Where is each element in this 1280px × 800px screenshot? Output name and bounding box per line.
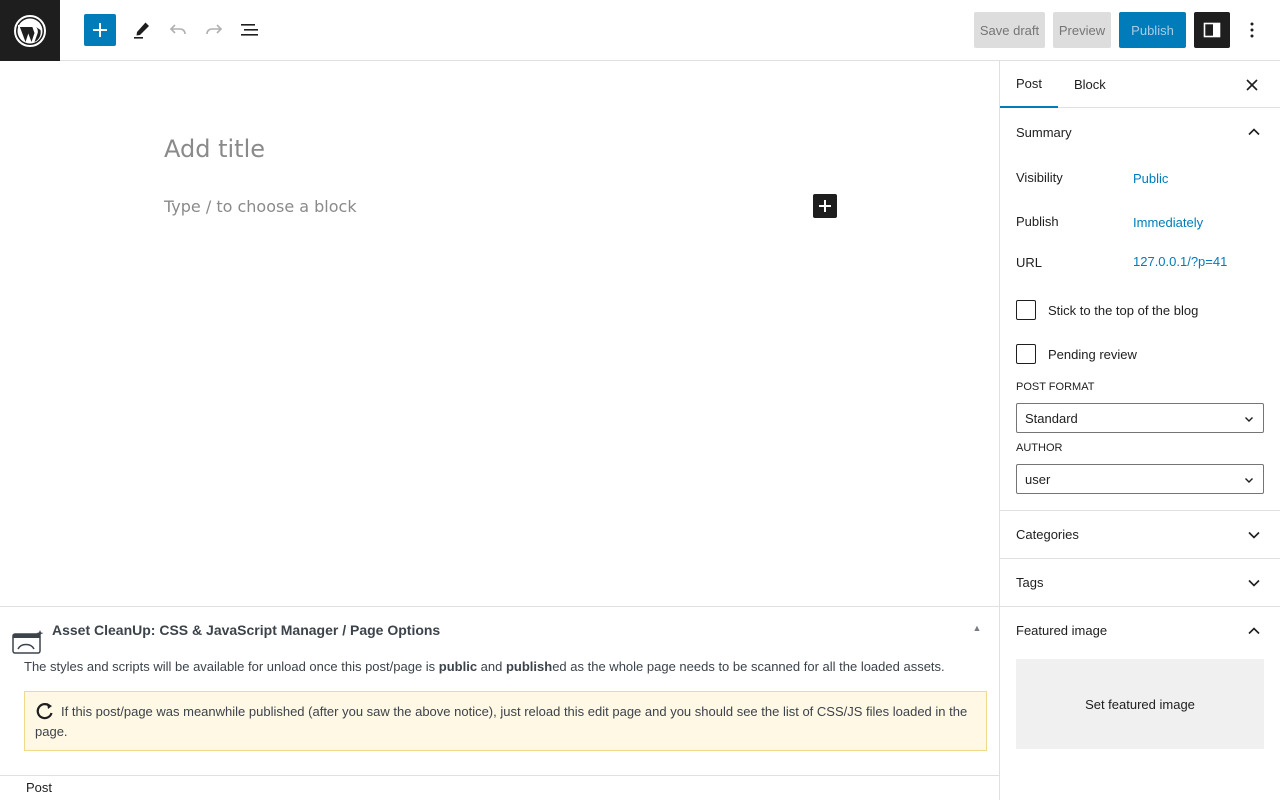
reload-notice: If this post/page was meanwhile publishe…: [24, 691, 987, 751]
metabox-collapse-toggle[interactable]: ▲: [970, 621, 984, 635]
post-format-label: POST FORMAT: [1016, 381, 1095, 393]
publish-date-label: Publish: [1016, 214, 1059, 229]
chevron-up-icon: [1248, 627, 1260, 635]
list-view-button[interactable]: [234, 12, 266, 48]
summary-panel-toggle[interactable]: Summary: [1000, 108, 1280, 156]
post-format-select[interactable]: Standard: [1016, 403, 1264, 433]
more-vertical-icon: [1250, 22, 1254, 38]
plus-icon: [819, 200, 831, 212]
triangle-up-icon: ▲: [972, 623, 982, 633]
options-menu-button[interactable]: [1236, 12, 1268, 48]
post-format-value: Standard: [1025, 410, 1078, 426]
pending-review-label: Pending review: [1048, 346, 1137, 362]
visibility-label: Visibility: [1016, 170, 1063, 185]
wordpress-logo-button[interactable]: [0, 0, 60, 61]
chevron-down-icon: [1248, 531, 1260, 539]
categories-panel-toggle[interactable]: Categories: [1000, 510, 1280, 558]
redo-button[interactable]: [198, 12, 230, 48]
sidebar-icon: [1203, 22, 1221, 38]
set-featured-image-button[interactable]: Set featured image: [1016, 659, 1264, 749]
chevron-up-icon: [1248, 128, 1260, 136]
author-value: user: [1025, 471, 1051, 487]
editor-footer: Post: [0, 775, 999, 800]
notice-text: If this post/page was meanwhile publishe…: [35, 704, 968, 739]
tags-panel-title: Tags: [1016, 575, 1044, 590]
publish-date-toggle[interactable]: Immediately: [1133, 215, 1203, 230]
description-text: The styles and scripts will be available…: [24, 659, 439, 674]
featured-image-panel-toggle[interactable]: Featured image: [1000, 606, 1280, 654]
editor-header: Save draft Preview Publish: [0, 0, 1280, 61]
reload-icon: [36, 703, 53, 720]
tags-panel-toggle[interactable]: Tags: [1000, 558, 1280, 606]
metabox-title: Asset CleanUp: CSS & JavaScript Manager …: [52, 622, 441, 638]
undo-button[interactable]: [162, 12, 194, 48]
wordpress-icon: [14, 14, 46, 47]
undo-icon: [169, 24, 186, 35]
save-draft-button[interactable]: Save draft: [974, 12, 1045, 48]
sticky-checkbox-row: Stick to the top of the blog: [1016, 300, 1198, 320]
block-breadcrumb[interactable]: Post: [26, 780, 52, 795]
settings-sidebar-toggle[interactable]: [1194, 12, 1230, 48]
pending-review-checkbox-row: Pending review: [1016, 344, 1137, 364]
tab-post[interactable]: Post: [1000, 61, 1058, 108]
pencil-icon: [134, 22, 149, 39]
list-view-icon: [241, 24, 258, 36]
post-title-input[interactable]: Add title: [164, 135, 265, 163]
pending-review-checkbox[interactable]: [1016, 344, 1036, 364]
sidebar-tabs: Post Block: [1000, 61, 1280, 108]
chevron-down-icon: [1245, 417, 1253, 422]
publish-button[interactable]: Publish: [1119, 12, 1186, 48]
tools-button[interactable]: [126, 12, 158, 48]
tab-block[interactable]: Block: [1074, 61, 1106, 108]
sticky-checkbox[interactable]: [1016, 300, 1036, 320]
url-toggle[interactable]: 127.0.0.1/?p=41: [1133, 254, 1227, 269]
chevron-down-icon: [1245, 478, 1253, 483]
metabox-description: The styles and scripts will be available…: [24, 659, 945, 674]
inline-block-inserter-button[interactable]: [813, 194, 837, 218]
asset-cleanup-icon: [12, 627, 46, 655]
block-inserter-button[interactable]: [84, 14, 116, 46]
preview-button[interactable]: Preview: [1053, 12, 1111, 48]
summary-panel-title: Summary: [1016, 124, 1072, 140]
author-label: AUTHOR: [1016, 442, 1063, 454]
settings-sidebar: Post Block Summary Visibility Public Pub…: [999, 61, 1280, 800]
author-select[interactable]: user: [1016, 464, 1264, 494]
close-settings-button[interactable]: [1242, 75, 1262, 95]
close-icon: [1246, 79, 1258, 91]
visibility-toggle[interactable]: Public: [1133, 171, 1168, 186]
plus-icon: [93, 23, 107, 37]
description-bold-public: public: [438, 659, 478, 674]
sticky-checkbox-label: Stick to the top of the blog: [1048, 302, 1199, 318]
featured-image-panel-title: Featured image: [1016, 623, 1108, 638]
url-label: URL: [1016, 255, 1043, 270]
asset-cleanup-metabox: Asset CleanUp: CSS & JavaScript Manager …: [0, 606, 999, 776]
chevron-down-icon: [1248, 579, 1260, 587]
description-text: ed as the whole page needs to be scanned…: [552, 659, 945, 674]
default-block-appender[interactable]: Type / to choose a block: [164, 197, 357, 216]
description-bold-publish: publish: [505, 659, 553, 674]
categories-panel-title: Categories: [1016, 527, 1079, 542]
redo-icon: [206, 24, 223, 35]
editor-canvas: Add title Type / to choose a block: [0, 61, 999, 606]
description-text: and: [477, 659, 506, 674]
